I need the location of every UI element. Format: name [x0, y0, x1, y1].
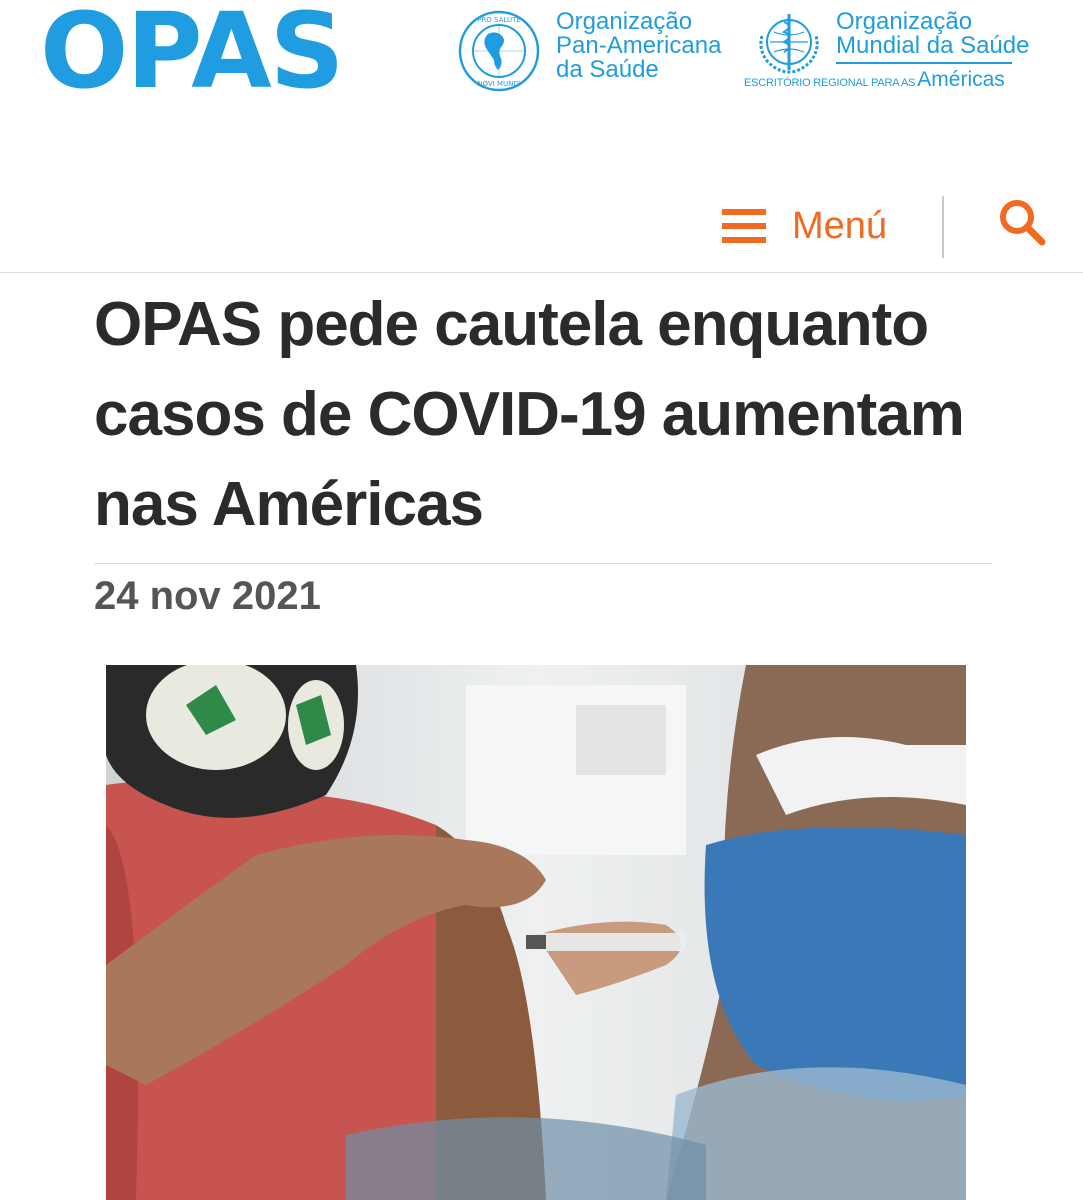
article-title: OPAS pede cautela enquanto casos de COVI… [94, 290, 965, 539]
menu-button[interactable]: Menú [722, 204, 888, 247]
vaccination-photo [106, 665, 966, 1200]
who-rule [836, 62, 1012, 64]
who-subline: ESCRITÓRIO REGIONAL PARA AS [744, 77, 916, 89]
who-line-2: Mundial da Saúde [836, 32, 1030, 59]
paho-line-3: da Saúde [556, 56, 659, 83]
navigation-bar: Menú [0, 170, 1083, 273]
title-divider [94, 563, 992, 564]
paho-line-1: Organização [556, 8, 693, 35]
hamburger-icon [722, 209, 766, 243]
who-regional-office: ESCRITÓRIO REGIONAL PARA ASAméricas [744, 68, 1005, 92]
article-date: 24 nov 2021 [94, 574, 321, 618]
menu-label: Menú [792, 204, 888, 247]
paho-line-2: Pan-Americana [556, 32, 722, 59]
who-region: Américas [917, 68, 1005, 91]
paho-emblem-top-text: PRO SALUTE [477, 16, 521, 24]
hero-image [106, 665, 966, 1200]
paho-emblem-icon: PRO SALUTE NOVI MUNDI [458, 10, 540, 92]
paho-emblem-bottom-text: NOVI MUNDI [477, 80, 521, 88]
nav-divider [942, 196, 944, 258]
opas-logo[interactable]: OPAS [40, 0, 344, 106]
who-org-name: Organização Mundial da Saúde [836, 10, 1029, 58]
who-line-1: Organização [836, 8, 973, 35]
paho-org-name: Organização Pan-Americana da Saúde [556, 10, 721, 82]
search-icon[interactable] [996, 196, 1048, 248]
site-header: OPAS PRO SALUTE NOVI MUNDI Organização P… [0, 0, 1083, 110]
